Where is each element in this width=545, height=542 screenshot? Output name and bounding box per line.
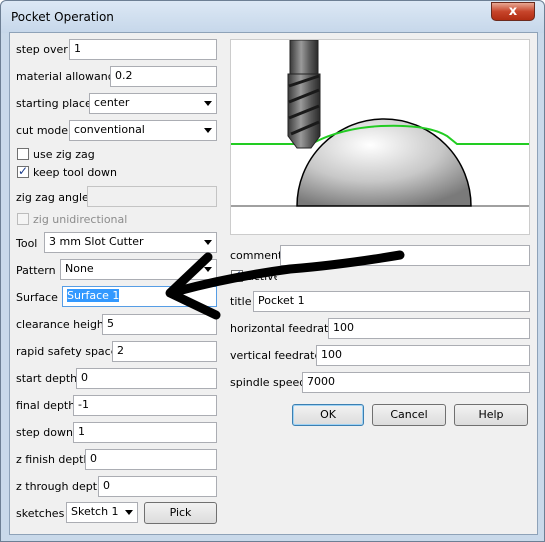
annotation-arrow xyxy=(165,250,405,320)
title-bar[interactable]: Pocket Operation x xyxy=(1,1,544,33)
arrow-shaft xyxy=(173,250,405,296)
window-title: Pocket Operation xyxy=(11,10,114,24)
dialog-body: step over 1 material allowance 0.2 start… xyxy=(9,32,538,535)
pocket-operation-dialog: Pocket Operation x step over 1 material … xyxy=(0,0,545,542)
close-button[interactable]: x xyxy=(491,2,535,21)
